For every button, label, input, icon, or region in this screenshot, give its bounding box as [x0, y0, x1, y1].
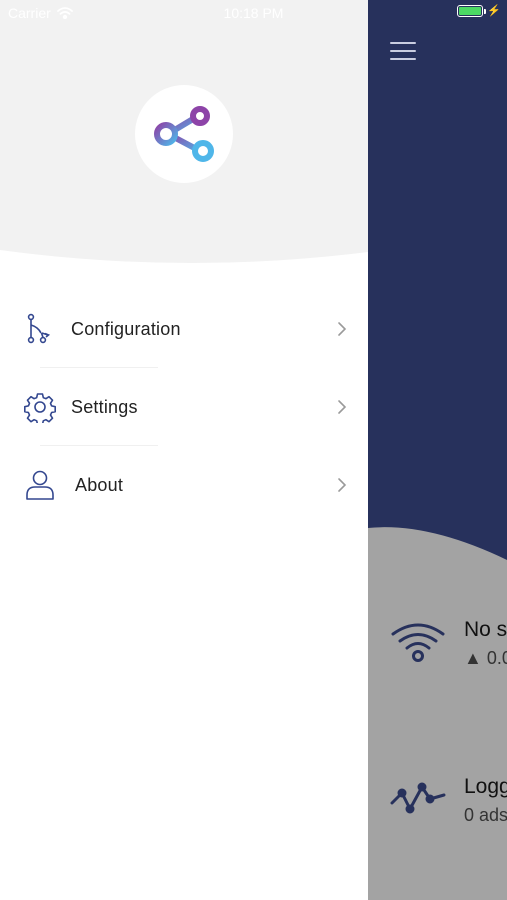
connection-status-title: No s: [464, 618, 507, 641]
log-title: Logg: [464, 775, 507, 798]
log-row[interactable]: Logg 0 ads: [390, 775, 507, 826]
menu-label-about: About: [75, 474, 124, 495]
menu-label-settings: Settings: [71, 396, 138, 417]
connection-status-subtitle: ▲ 0.0: [464, 648, 507, 668]
log-subtitle: 0 ads: [464, 805, 507, 825]
menu-item-configuration[interactable]: Configuration: [0, 290, 368, 368]
activity-icon: [390, 782, 446, 814]
status-time: 10:18 PM: [223, 5, 284, 21]
menu-item-about[interactable]: About: [0, 446, 368, 524]
user-icon: [26, 470, 54, 500]
menu-item-settings[interactable]: Settings: [0, 368, 368, 446]
app-background-panel: ⚡ No s ▲ 0.0 Logg 0 ads: [368, 0, 507, 900]
share-nodes-icon: [154, 106, 214, 162]
menu-label-configuration: Configuration: [71, 318, 181, 339]
side-drawer: Carrier 10:18 PM Configuration Settings …: [0, 0, 368, 900]
branch-nodes-icon: [27, 313, 51, 344]
chevron-right-icon: [338, 322, 347, 336]
gear-icon: [24, 393, 56, 423]
hamburger-menu-button[interactable]: [390, 42, 416, 62]
chevron-right-icon: [338, 400, 347, 414]
connection-status-row[interactable]: No s ▲ 0.0: [390, 618, 507, 669]
app-header-background: [368, 0, 507, 560]
drawer-menu: Configuration Settings About: [0, 290, 368, 524]
wifi-icon: [391, 623, 445, 662]
chevron-right-icon: [338, 478, 347, 492]
app-logo: [135, 85, 233, 183]
